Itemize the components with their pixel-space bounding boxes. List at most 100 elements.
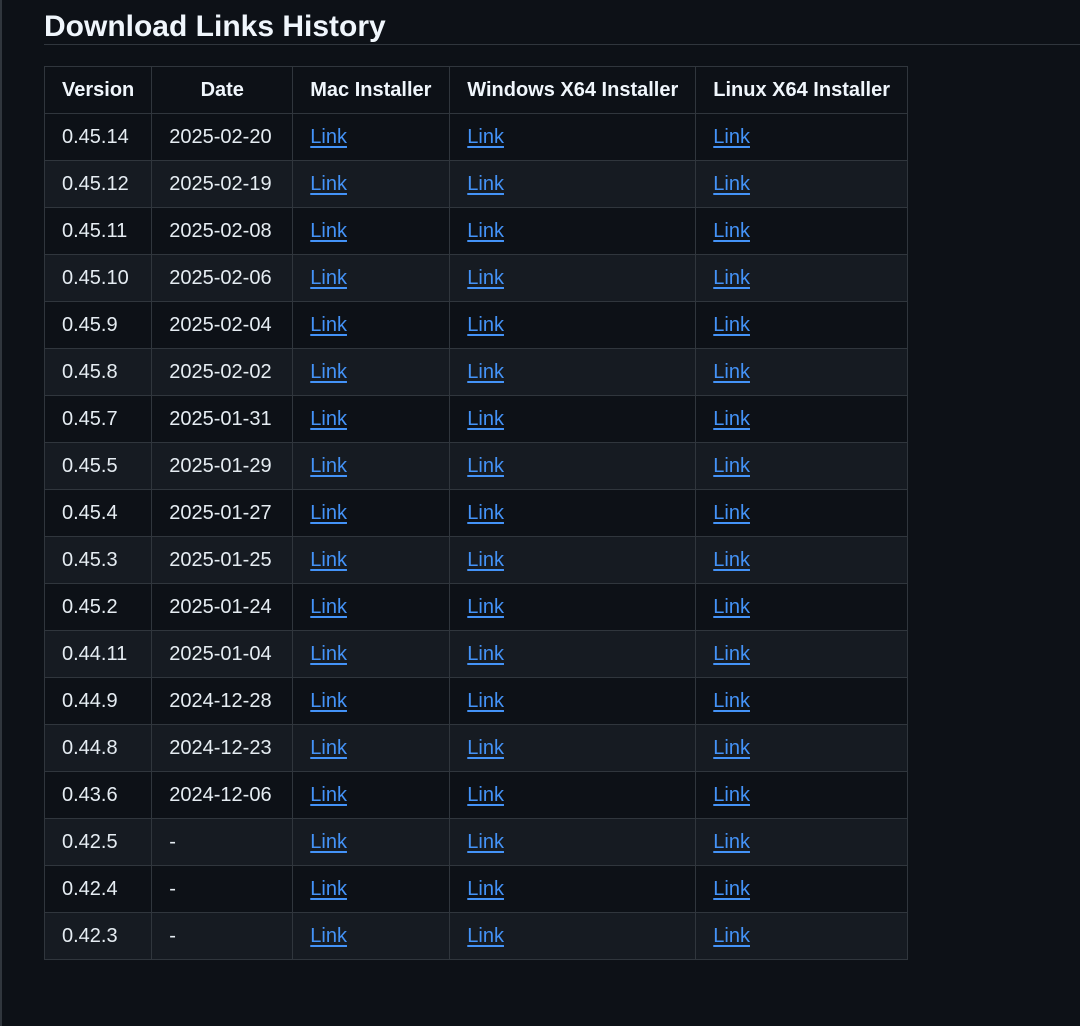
windows-installer-link[interactable]: Link (467, 220, 504, 242)
mac-installer-link[interactable]: Link (310, 502, 347, 524)
linux-installer-link[interactable]: Link (713, 925, 750, 947)
linux-installer-link[interactable]: Link (713, 455, 750, 477)
windows-installer-link[interactable]: Link (467, 314, 504, 336)
windows-installer-link[interactable]: Link (467, 831, 504, 853)
mac-installer-cell: Link (292, 912, 451, 960)
mac-installer-cell: Link (292, 207, 451, 255)
windows-installer-link[interactable]: Link (467, 925, 504, 947)
windows-installer-link[interactable]: Link (467, 361, 504, 383)
mac-installer-cell: Link (292, 818, 451, 866)
windows-installer-link[interactable]: Link (467, 267, 504, 289)
mac-installer-link[interactable]: Link (310, 408, 347, 430)
date-cell: 2024-12-23 (151, 724, 294, 772)
mac-installer-link[interactable]: Link (310, 596, 347, 618)
table-body: 0.45.14 2025-02-20 Link Link Link 0.45.12 2025… (43, 113, 908, 960)
linux-installer-link[interactable]: Link (713, 126, 750, 148)
mac-installer-link[interactable]: Link (310, 925, 347, 947)
windows-installer-cell: Link (449, 301, 697, 349)
linux-installer-link[interactable]: Link (713, 173, 750, 195)
table-row: 0.44.8 2024-12-23 Link Link Link (43, 724, 908, 772)
mac-installer-cell: Link (292, 254, 451, 302)
table-row: 0.42.5- Link Link Link (43, 818, 908, 866)
date-cell: 2024-12-06 (151, 771, 294, 819)
windows-installer-link[interactable]: Link (467, 737, 504, 759)
linux-installer-cell: Link (695, 442, 908, 490)
table-row: 0.43.6 2024-12-06 Link Link Link (43, 771, 908, 819)
table-row: 0.42.4- Link Link Link (43, 865, 908, 913)
linux-installer-link[interactable]: Link (713, 878, 750, 900)
windows-installer-cell: Link (449, 489, 697, 537)
mac-installer-link[interactable]: Link (310, 361, 347, 383)
windows-installer-cell: Link (449, 724, 697, 772)
table-row: 0.44.9 2024-12-28 Link Link Link (43, 677, 908, 725)
mac-installer-link[interactable]: Link (310, 314, 347, 336)
linux-installer-link[interactable]: Link (713, 314, 750, 336)
version-cell: 0.45.14 (43, 113, 153, 161)
windows-installer-link[interactable]: Link (467, 643, 504, 665)
linux-installer-link[interactable]: Link (713, 643, 750, 665)
mac-installer-link[interactable]: Link (310, 831, 347, 853)
date-cell: 2025-02-02 (151, 348, 294, 396)
linux-installer-link[interactable]: Link (713, 361, 750, 383)
table-row: 0.45.3 2025-01-25 Link Link Link (43, 536, 908, 584)
mac-installer-link[interactable]: Link (310, 267, 347, 289)
mac-installer-link[interactable]: Link (310, 878, 347, 900)
windows-installer-link[interactable]: Link (467, 784, 504, 806)
windows-installer-link[interactable]: Link (467, 549, 504, 571)
mac-installer-link[interactable]: Link (310, 220, 347, 242)
linux-installer-link[interactable]: Link (713, 549, 750, 571)
mac-installer-link[interactable]: Link (310, 690, 347, 712)
linux-installer-link[interactable]: Link (713, 502, 750, 524)
linux-installer-cell: Link (695, 724, 908, 772)
windows-installer-link[interactable]: Link (467, 690, 504, 712)
date-cell: 2025-02-19 (151, 160, 294, 208)
windows-installer-link[interactable]: Link (467, 502, 504, 524)
version-cell: 0.42.4 (43, 865, 153, 913)
linux-installer-link[interactable]: Link (713, 408, 750, 430)
linux-installer-link[interactable]: Link (713, 596, 750, 618)
mac-installer-link[interactable]: Link (310, 737, 347, 759)
version-cell: 0.45.4 (43, 489, 153, 537)
mac-installer-cell: Link (292, 677, 451, 725)
mac-installer-link[interactable]: Link (310, 173, 347, 195)
table-row: 0.45.12 2025-02-19 Link Link Link (43, 160, 908, 208)
mac-installer-cell: Link (292, 442, 451, 490)
windows-installer-link[interactable]: Link (467, 878, 504, 900)
mac-installer-cell: Link (292, 160, 451, 208)
windows-installer-cell: Link (449, 395, 697, 443)
header-linux-installer: Linux X64 Installer (695, 66, 908, 114)
linux-installer-link[interactable]: Link (713, 784, 750, 806)
table-row: 0.45.11 2025-02-08 Link Link Link (43, 207, 908, 255)
mac-installer-link[interactable]: Link (310, 126, 347, 148)
linux-installer-link[interactable]: Link (713, 267, 750, 289)
linux-installer-link[interactable]: Link (713, 831, 750, 853)
mac-installer-cell: Link (292, 536, 451, 584)
mac-installer-cell: Link (292, 724, 451, 772)
mac-installer-cell: Link (292, 395, 451, 443)
mac-installer-link[interactable]: Link (310, 784, 347, 806)
linux-installer-link[interactable]: Link (713, 737, 750, 759)
header-windows-installer: Windows X64 Installer (449, 66, 697, 114)
date-cell: 2024-12-28 (151, 677, 294, 725)
linux-installer-link[interactable]: Link (713, 220, 750, 242)
version-cell: 0.44.11 (43, 630, 153, 678)
date-cell: - (151, 818, 294, 866)
mac-installer-cell: Link (292, 583, 451, 631)
mac-installer-link[interactable]: Link (310, 549, 347, 571)
windows-installer-cell: Link (449, 912, 697, 960)
windows-installer-link[interactable]: Link (467, 455, 504, 477)
linux-installer-cell: Link (695, 677, 908, 725)
date-cell: 2025-01-29 (151, 442, 294, 490)
windows-installer-link[interactable]: Link (467, 408, 504, 430)
version-cell: 0.45.5 (43, 442, 153, 490)
linux-installer-link[interactable]: Link (713, 690, 750, 712)
main-content: Download Links History Version Date Mac … (43, 0, 1080, 960)
windows-installer-cell: Link (449, 348, 697, 396)
windows-installer-cell: Link (449, 771, 697, 819)
linux-installer-cell: Link (695, 207, 908, 255)
mac-installer-link[interactable]: Link (310, 643, 347, 665)
mac-installer-link[interactable]: Link (310, 455, 347, 477)
windows-installer-link[interactable]: Link (467, 126, 504, 148)
windows-installer-link[interactable]: Link (467, 596, 504, 618)
windows-installer-link[interactable]: Link (467, 173, 504, 195)
